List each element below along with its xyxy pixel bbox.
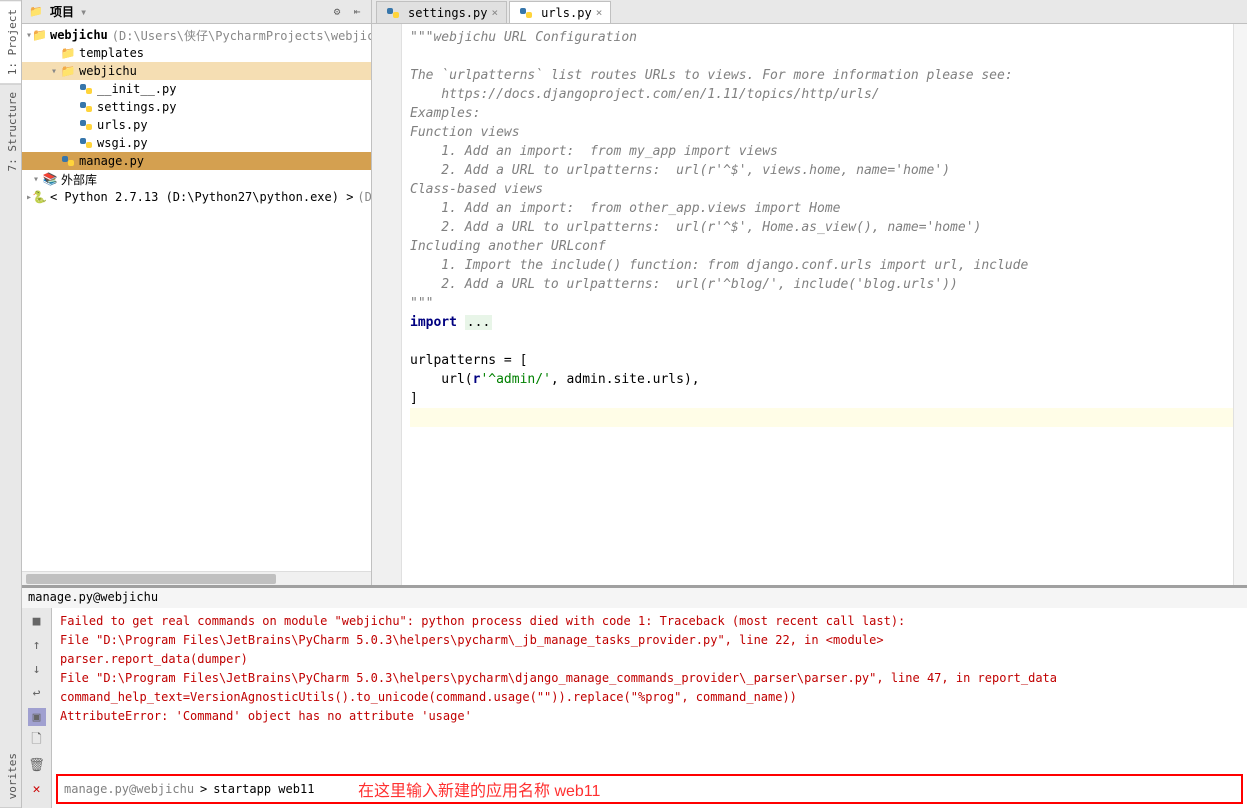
down-icon[interactable]: ↓: [28, 660, 46, 678]
editor-gutter[interactable]: [372, 24, 402, 585]
tree-label: settings.py: [97, 100, 176, 114]
tree-label: webjichu: [79, 64, 137, 78]
code-line[interactable]: ]: [410, 389, 1233, 408]
code-line[interactable]: 2. Add a URL to urlpatterns: url(r'^$', …: [410, 161, 1233, 180]
collapse-icon[interactable]: ⇤: [349, 4, 365, 20]
close-console-icon[interactable]: ✕: [28, 780, 46, 798]
code-line[interactable]: [410, 332, 1233, 351]
tree-label: wsgi.py: [97, 136, 148, 150]
code-line[interactable]: url(r'^admin/', admin.site.urls),: [410, 370, 1233, 389]
console-line[interactable]: parser.report_data(dumper): [60, 650, 1239, 669]
close-icon[interactable]: ×: [491, 6, 498, 19]
console-output[interactable]: Failed to get real commands on module "w…: [52, 608, 1247, 770]
code-line[interactable]: https://docs.djangoproject.com/en/1.11/t…: [410, 85, 1233, 104]
tree-label: templates: [79, 46, 144, 60]
tree-path: (D:\Users\侠仔\PycharmProjects\webjichu): [112, 27, 371, 44]
code-line[interactable]: import ...: [410, 313, 1233, 332]
code-line[interactable]: urlpatterns = [: [410, 351, 1233, 370]
editor-tabs: settings.py × urls.py ×: [372, 0, 1247, 24]
project-panel: 📁 项目 ▾ ⚙ ⇤ ▾📁webjichu(D:\Users\侠仔\Pychar…: [22, 0, 372, 585]
editor-right-strip: [1233, 24, 1247, 585]
console-input-value[interactable]: startapp web11: [213, 782, 314, 796]
console-prompt-label: manage.py@webjichu: [64, 782, 194, 796]
code-editor[interactable]: """webjichu URL Configuration The `urlpat…: [402, 24, 1233, 585]
tree-item[interactable]: ▾📁webjichu: [22, 62, 371, 80]
tree-path: (D:: [357, 190, 371, 204]
code-line[interactable]: 2. Add a URL to urlpatterns: url(r'^$', …: [410, 218, 1233, 237]
code-line[interactable]: [410, 47, 1233, 66]
tree-item[interactable]: wsgi.py: [22, 134, 371, 152]
console-toolbar: ■ ↑ ↓ ↩ ▣ 🗋 🗑 ✕: [22, 608, 52, 808]
left-tool-tabs: 1: Project 7: Structure vorites: [0, 0, 22, 808]
code-line[interactable]: """webjichu URL Configuration: [410, 28, 1233, 47]
tree-label: manage.py: [79, 154, 144, 168]
folder-icon: 📁: [28, 4, 44, 20]
tree-toggle-icon[interactable]: ▾: [48, 66, 60, 77]
print-icon[interactable]: 🗋: [28, 732, 46, 750]
tree-item[interactable]: 📁templates: [22, 44, 371, 62]
code-line[interactable]: 1. Add an import: from my_app import vie…: [410, 142, 1233, 161]
code-line[interactable]: [410, 408, 1233, 427]
tree-item[interactable]: __init__.py: [22, 80, 371, 98]
annotation-text: 在这里输入新建的应用名称 web11: [358, 777, 600, 801]
editor-tab[interactable]: urls.py ×: [509, 1, 611, 23]
code-line[interactable]: 1. Import the include() function: from d…: [410, 256, 1233, 275]
manage-console: manage.py@webjichu ■ ↑ ↓ ↩ ▣ 🗋 🗑 ✕ Faile…: [22, 585, 1247, 808]
project-tree[interactable]: ▾📁webjichu (D:\Users\侠仔\PycharmProjects\w…: [22, 24, 371, 571]
tree-item[interactable]: ▾📁webjichu(D:\Users\侠仔\PycharmProjects\w…: [22, 26, 371, 44]
scroll-icon[interactable]: ▣: [28, 708, 46, 726]
editor-area: settings.py × urls.py × """webjichu URL Con…: [372, 0, 1247, 585]
tree-label: webjichu: [50, 28, 108, 42]
tree-label: < Python 2.7.13 (D:\Python27\python.exe)…: [50, 190, 353, 204]
editor-tab[interactable]: settings.py ×: [376, 1, 507, 23]
code-line[interactable]: Examples:: [410, 104, 1233, 123]
chevron-icon: >: [200, 782, 207, 796]
console-line[interactable]: AttributeError: 'Command' object has no …: [60, 707, 1239, 726]
tree-item[interactable]: manage.py: [22, 152, 371, 170]
console-line[interactable]: command_help_text=VersionAgnosticUtils()…: [60, 688, 1239, 707]
project-hscroll[interactable]: [22, 571, 371, 585]
project-tool-tab[interactable]: 1: Project: [0, 0, 21, 83]
tree-label: urls.py: [97, 118, 148, 132]
tree-toggle-icon[interactable]: ▾: [30, 174, 42, 185]
code-line[interactable]: Class-based views: [410, 180, 1233, 199]
tree-label: 外部库: [61, 171, 97, 188]
favorites-tool-tab[interactable]: vorites: [0, 745, 21, 808]
project-panel-title: 项目: [50, 3, 74, 20]
code-line[interactable]: Including another URLconf: [410, 237, 1233, 256]
console-line[interactable]: Failed to get real commands on module "w…: [60, 612, 1239, 631]
code-line[interactable]: 1. Add an import: from other_app.views i…: [410, 199, 1233, 218]
tree-item[interactable]: ▾📚外部库: [22, 170, 371, 188]
tree-item[interactable]: ▸🐍< Python 2.7.13 (D:\Python27\python.ex…: [22, 188, 371, 206]
gear-icon[interactable]: ⚙: [329, 4, 345, 20]
project-panel-header: 📁 项目 ▾ ⚙ ⇤: [22, 0, 371, 24]
code-line[interactable]: Function views: [410, 123, 1233, 142]
console-title: manage.py@webjichu: [22, 588, 1247, 608]
code-line[interactable]: """: [410, 294, 1233, 313]
structure-tool-tab[interactable]: 7: Structure: [0, 83, 21, 179]
stop-icon[interactable]: ■: [28, 612, 46, 630]
console-input[interactable]: manage.py@webjichu > startapp web11 在这里输…: [56, 774, 1243, 804]
tab-label: urls.py: [541, 6, 592, 20]
close-icon[interactable]: ×: [596, 6, 603, 19]
tree-label: __init__.py: [97, 82, 176, 96]
code-line[interactable]: 2. Add a URL to urlpatterns: url(r'^blog…: [410, 275, 1233, 294]
code-line[interactable]: The `urlpatterns` list routes URLs to vi…: [410, 66, 1233, 85]
trash-icon[interactable]: 🗑: [28, 756, 46, 774]
tree-item[interactable]: settings.py: [22, 98, 371, 116]
up-icon[interactable]: ↑: [28, 636, 46, 654]
tree-item[interactable]: urls.py: [22, 116, 371, 134]
console-line[interactable]: File "D:\Program Files\JetBrains\PyCharm…: [60, 631, 1239, 650]
console-line[interactable]: File "D:\Program Files\JetBrains\PyCharm…: [60, 669, 1239, 688]
tab-label: settings.py: [408, 6, 487, 20]
wrap-icon[interactable]: ↩: [28, 684, 46, 702]
